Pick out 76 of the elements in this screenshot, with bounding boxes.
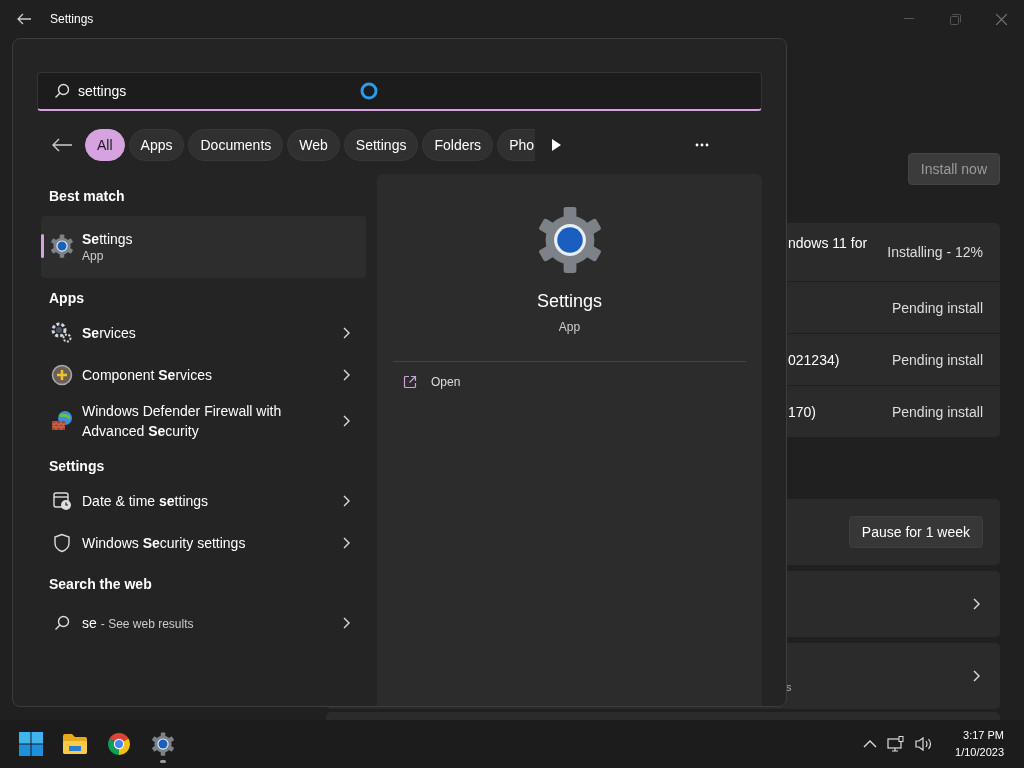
clock-time[interactable]: 3:17 PM	[963, 727, 1004, 744]
pause-button[interactable]: Pause for 1 week	[848, 516, 983, 548]
preview-type: App	[558, 320, 581, 334]
window-title: Settings	[50, 12, 94, 26]
update-name: 021234)	[788, 351, 841, 368]
update-status: Pending install	[891, 299, 983, 316]
chevron-right-icon	[342, 415, 350, 427]
query-text: se	[82, 614, 97, 631]
result-title: Settings	[82, 231, 133, 247]
clock-date[interactable]: 1/10/2023	[955, 744, 1004, 761]
filter-tab[interactable]: All	[85, 129, 125, 161]
back-arrow-icon[interactable]	[16, 11, 32, 27]
section-heading: Settings	[49, 458, 105, 474]
gear-icon	[50, 233, 74, 258]
component-icon	[51, 364, 73, 386]
back-arrow-icon[interactable]	[51, 137, 73, 153]
update-status: Pending install	[891, 351, 983, 368]
search-icon	[54, 83, 70, 99]
card-description: s	[786, 681, 792, 693]
update-status: Installing - 12%	[887, 244, 983, 260]
update-name: 170)	[788, 403, 818, 420]
filter-tab[interactable]: Documents	[188, 129, 284, 161]
shield-icon	[53, 533, 71, 553]
result-item[interactable]: Windows Security settings	[41, 522, 366, 564]
chevron-right-icon	[972, 598, 980, 610]
search-icon	[54, 615, 70, 631]
play-icon[interactable]	[551, 139, 561, 151]
chevron-right-icon	[342, 537, 350, 549]
result-item[interactable]: Date & time settings	[41, 480, 366, 522]
gears-icon	[51, 322, 73, 344]
update-name: ndows 11 for	[788, 235, 869, 251]
result-item[interactable]: Component Services	[41, 354, 366, 396]
result-title: Services	[82, 324, 137, 343]
running-indicator	[160, 760, 166, 763]
filter-tab[interactable]: Apps	[128, 129, 185, 161]
firewall-icon	[51, 410, 73, 432]
network-icon[interactable]	[887, 736, 906, 752]
open-external-icon	[403, 375, 417, 389]
speaker-icon[interactable]	[915, 736, 934, 752]
section-heading: Best match	[49, 188, 125, 204]
chevron-right-icon	[342, 327, 350, 339]
result-item[interactable]: se - See web results	[41, 602, 366, 644]
chevron-right-icon	[342, 495, 350, 507]
result-title: Component Services	[82, 366, 213, 385]
search-input[interactable]: settings	[78, 83, 338, 99]
start-icon	[19, 732, 43, 756]
calendar-clock-icon	[52, 491, 72, 511]
chevron-right-icon	[342, 617, 350, 629]
result-type: App	[82, 249, 105, 263]
browser-icon	[107, 732, 131, 756]
filter-tab[interactable]: Settings	[343, 129, 419, 161]
result-item[interactable]: Services	[41, 312, 366, 354]
search-field[interactable]: settings	[37, 72, 762, 111]
result-title: Windows Security settings	[82, 534, 247, 553]
section-heading: Search the web	[49, 576, 152, 592]
folder-icon	[62, 733, 88, 755]
close-icon[interactable]	[995, 13, 1007, 25]
more-icon[interactable]	[695, 143, 709, 147]
ring-icon	[360, 82, 378, 100]
result-title: Date & time settings	[82, 492, 210, 511]
open-link[interactable]: Open	[431, 375, 461, 389]
web-results-text: - See web results	[100, 616, 194, 631]
section-heading: Apps	[49, 290, 84, 306]
chevron-right-icon	[972, 670, 980, 682]
gear-icon	[151, 732, 175, 756]
result-title: Windows Defender Firewall with Advanced Security	[82, 402, 283, 441]
preview-title: Settings	[536, 291, 602, 312]
install-now-button[interactable]: Install now	[907, 153, 1000, 185]
chevron-up-icon[interactable]	[863, 740, 878, 748]
update-status: Pending install	[891, 403, 983, 420]
filter-tab[interactable]: Web	[287, 129, 340, 161]
chevron-right-icon	[342, 369, 350, 381]
result-item[interactable]: Windows Defender Firewall with Advanced Security	[41, 396, 366, 446]
result-item[interactable]: Settings App	[41, 216, 366, 278]
filter-tab[interactable]: Pho	[497, 129, 535, 161]
filter-tab[interactable]: Folders	[422, 129, 494, 161]
